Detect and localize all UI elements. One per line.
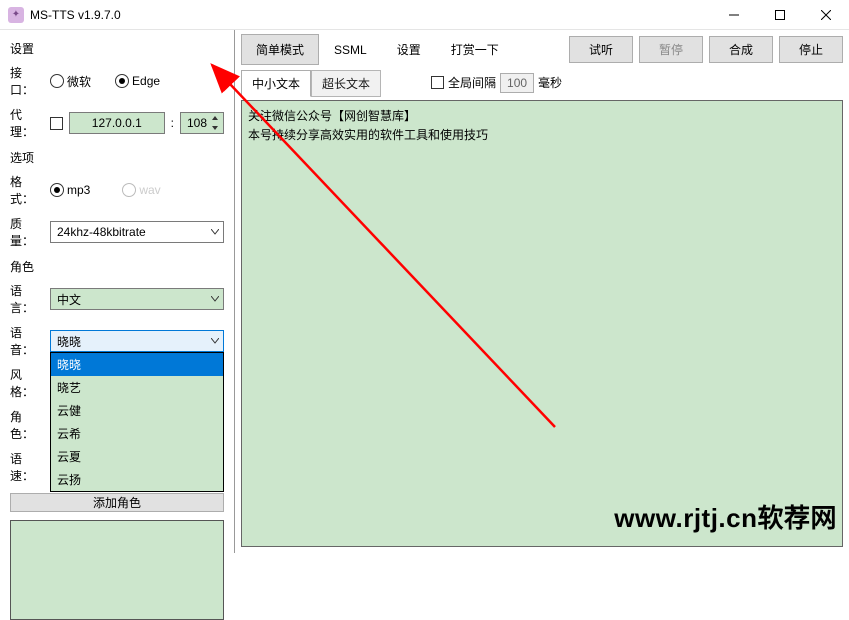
voice-dropdown: 晓晓 晓艺 云健 云希 云夏 云扬 — [50, 352, 224, 492]
subtab-row: 中小文本 超长文本 全局间隔 100 毫秒 — [235, 65, 849, 100]
voice-option[interactable]: 云健 — [51, 399, 223, 422]
editor-line: 本号持续分享高效实用的软件工具和使用技巧 — [248, 126, 836, 145]
app-icon: ✦ — [8, 7, 24, 23]
chevron-down-icon — [211, 229, 219, 235]
window-title: MS-TTS v1.9.7.0 — [30, 8, 711, 22]
radio-microsoft[interactable]: 微软 — [50, 73, 91, 90]
toolbar: 简单模式 SSML 设置 打赏一下 试听 暂停 合成 停止 — [235, 30, 849, 65]
tab-settings[interactable]: 设置 — [382, 34, 436, 65]
global-interval-checkbox[interactable] — [431, 76, 444, 89]
speed-label: 语速： — [10, 450, 44, 484]
minimize-button[interactable] — [711, 0, 757, 30]
proxy-label: 代理： — [10, 106, 44, 140]
voice-option[interactable]: 云扬 — [51, 468, 223, 491]
synthesize-button[interactable]: 合成 — [709, 36, 773, 63]
quality-combo[interactable]: 24khz-48kbitrate — [50, 221, 224, 243]
port-spin-up-icon[interactable] — [208, 113, 222, 123]
proxy-host-field[interactable]: 127.0.0.1 — [69, 112, 165, 134]
editor-line: 关注微信公众号【网创智慧库】 — [248, 107, 836, 126]
preview-area — [10, 520, 224, 620]
language-combo[interactable]: 中文 — [50, 288, 224, 310]
voice-option[interactable]: 云夏 — [51, 445, 223, 468]
radio-edge[interactable]: Edge — [115, 74, 160, 88]
language-label: 语言： — [10, 282, 44, 316]
interface-label: 接口： — [10, 64, 44, 98]
subtab-short[interactable]: 中小文本 — [241, 70, 311, 97]
global-interval-label: 全局间隔 — [448, 74, 496, 91]
right-panel: 简单模式 SSML 设置 打赏一下 试听 暂停 合成 停止 中小文本 超长文本 … — [234, 30, 849, 553]
voice-option[interactable]: 晓晓 — [51, 353, 223, 376]
pause-button[interactable]: 暂停 — [639, 36, 703, 63]
group-settings: 设置 — [10, 40, 224, 57]
group-role: 角色 — [10, 258, 224, 275]
tab-ssml[interactable]: SSML — [319, 36, 382, 64]
radio-mp3[interactable]: mp3 — [50, 183, 90, 197]
chevron-down-icon — [211, 296, 219, 302]
stop-button[interactable]: 停止 — [779, 36, 843, 63]
watermark: www.rjtj.cn软荐网 — [614, 498, 837, 535]
maximize-button[interactable] — [757, 0, 803, 30]
quality-label: 质量： — [10, 215, 44, 249]
close-button[interactable] — [803, 0, 849, 30]
voice-option[interactable]: 云希 — [51, 422, 223, 445]
voice-option[interactable]: 晓艺 — [51, 376, 223, 399]
subtab-long[interactable]: 超长文本 — [311, 70, 381, 97]
proxy-checkbox[interactable] — [50, 117, 63, 130]
chevron-down-icon — [211, 338, 219, 344]
titlebar: ✦ MS-TTS v1.9.7.0 — [0, 0, 849, 30]
voice-combo[interactable]: 晓晓 晓晓 晓艺 云健 云希 云夏 云扬 — [50, 330, 224, 352]
left-panel: 设置 接口： 微软 Edge 代理： 127.0.0.1 : 108 选项 格式… — [0, 30, 234, 553]
tab-simple[interactable]: 简单模式 — [241, 34, 319, 65]
roleplay-label: 角色： — [10, 408, 44, 442]
text-editor[interactable]: 关注微信公众号【网创智慧库】 本号持续分享高效实用的软件工具和使用技巧 — [241, 100, 843, 547]
radio-wav: wav — [122, 183, 160, 197]
add-role-button[interactable]: 添加角色 — [10, 493, 224, 512]
proxy-port-field[interactable]: 108 — [180, 112, 224, 134]
format-label: 格式： — [10, 173, 44, 207]
interval-value-field[interactable]: 100 — [500, 73, 534, 93]
group-options: 选项 — [10, 149, 224, 166]
preview-button[interactable]: 试听 — [569, 36, 633, 63]
tab-donate[interactable]: 打赏一下 — [436, 34, 514, 65]
port-spin-down-icon[interactable] — [208, 123, 222, 133]
interval-unit-label: 毫秒 — [538, 74, 562, 91]
voice-label: 语音： — [10, 324, 44, 358]
style-label: 风格： — [10, 366, 44, 400]
